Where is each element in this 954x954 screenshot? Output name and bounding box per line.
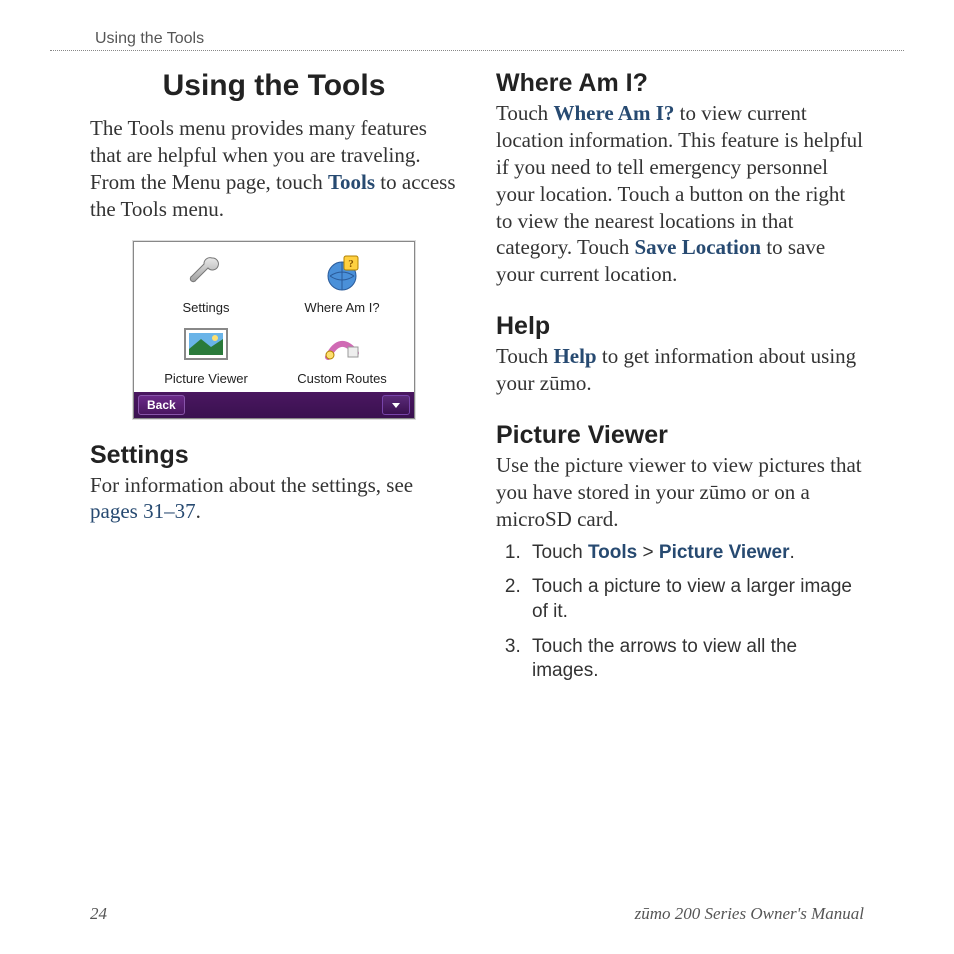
manual-title: zūmo 200 Series Owner's Manual — [635, 904, 864, 924]
device-bottom-bar: Back — [134, 392, 414, 418]
app-label: Picture Viewer — [164, 371, 248, 386]
where-am-i-paragraph: Touch Where Am I? to view current locati… — [496, 100, 864, 288]
help-paragraph: Touch Help to get information about usin… — [496, 343, 864, 397]
footer: 24 zūmo 200 Series Owner's Manual — [90, 904, 864, 924]
app-settings[interactable]: Settings — [138, 248, 274, 319]
device-screenshot: Settings ? Where Am I? — [133, 241, 415, 419]
globe-question-icon: ? — [315, 250, 369, 298]
help-link: Help — [553, 344, 596, 368]
text: For information about the settings, see — [90, 473, 413, 497]
back-button[interactable]: Back — [138, 395, 185, 415]
app-label: Custom Routes — [297, 371, 387, 386]
text: . — [790, 542, 795, 563]
picture-viewer-heading: Picture Viewer — [496, 421, 864, 450]
page-title: Using the Tools — [90, 69, 458, 103]
wrench-icon — [179, 250, 233, 298]
settings-heading: Settings — [90, 441, 458, 470]
intro-paragraph: The Tools menu provides many features th… — [90, 115, 458, 223]
app-where-am-i[interactable]: ? Where Am I? — [274, 248, 410, 319]
text: Touch — [496, 344, 553, 368]
text: Touch — [532, 542, 588, 563]
app-custom-routes[interactable]: Custom Routes — [274, 319, 410, 390]
routes-icon — [315, 321, 369, 369]
save-location-link: Save Location — [634, 235, 761, 259]
app-label: Where Am I? — [304, 300, 379, 315]
tools-link: Tools — [588, 542, 637, 563]
arrow-down-icon — [390, 399, 402, 411]
text: . — [196, 499, 201, 523]
step-1: Touch Tools > Picture Viewer. — [526, 541, 864, 566]
where-am-i-link: Where Am I? — [553, 101, 674, 125]
where-am-i-heading: Where Am I? — [496, 69, 864, 98]
text: Touch — [496, 101, 553, 125]
settings-paragraph: For information about the settings, see … — [90, 472, 458, 526]
picture-viewer-steps: Touch Tools > Picture Viewer. Touch a pi… — [496, 541, 864, 684]
running-head: Using the Tools — [50, 30, 904, 51]
help-heading: Help — [496, 312, 864, 341]
step-2: Touch a picture to view a larger image o… — [526, 575, 864, 624]
picture-viewer-link: Picture Viewer — [659, 542, 790, 563]
pages-link[interactable]: pages 31–37 — [90, 499, 196, 523]
text: > — [637, 542, 659, 563]
down-arrow-button[interactable] — [382, 395, 410, 415]
page-number: 24 — [90, 904, 107, 924]
picture-viewer-paragraph: Use the picture viewer to view pictures … — [496, 452, 864, 533]
tools-link: Tools — [328, 170, 375, 194]
svg-text:?: ? — [348, 258, 354, 270]
app-label: Settings — [183, 300, 230, 315]
picture-icon — [179, 321, 233, 369]
left-column: Using the Tools The Tools menu provides … — [90, 69, 458, 694]
step-3: Touch the arrows to view all the images. — [526, 635, 864, 684]
app-picture-viewer[interactable]: Picture Viewer — [138, 319, 274, 390]
right-column: Where Am I? Touch Where Am I? to view cu… — [496, 69, 864, 694]
